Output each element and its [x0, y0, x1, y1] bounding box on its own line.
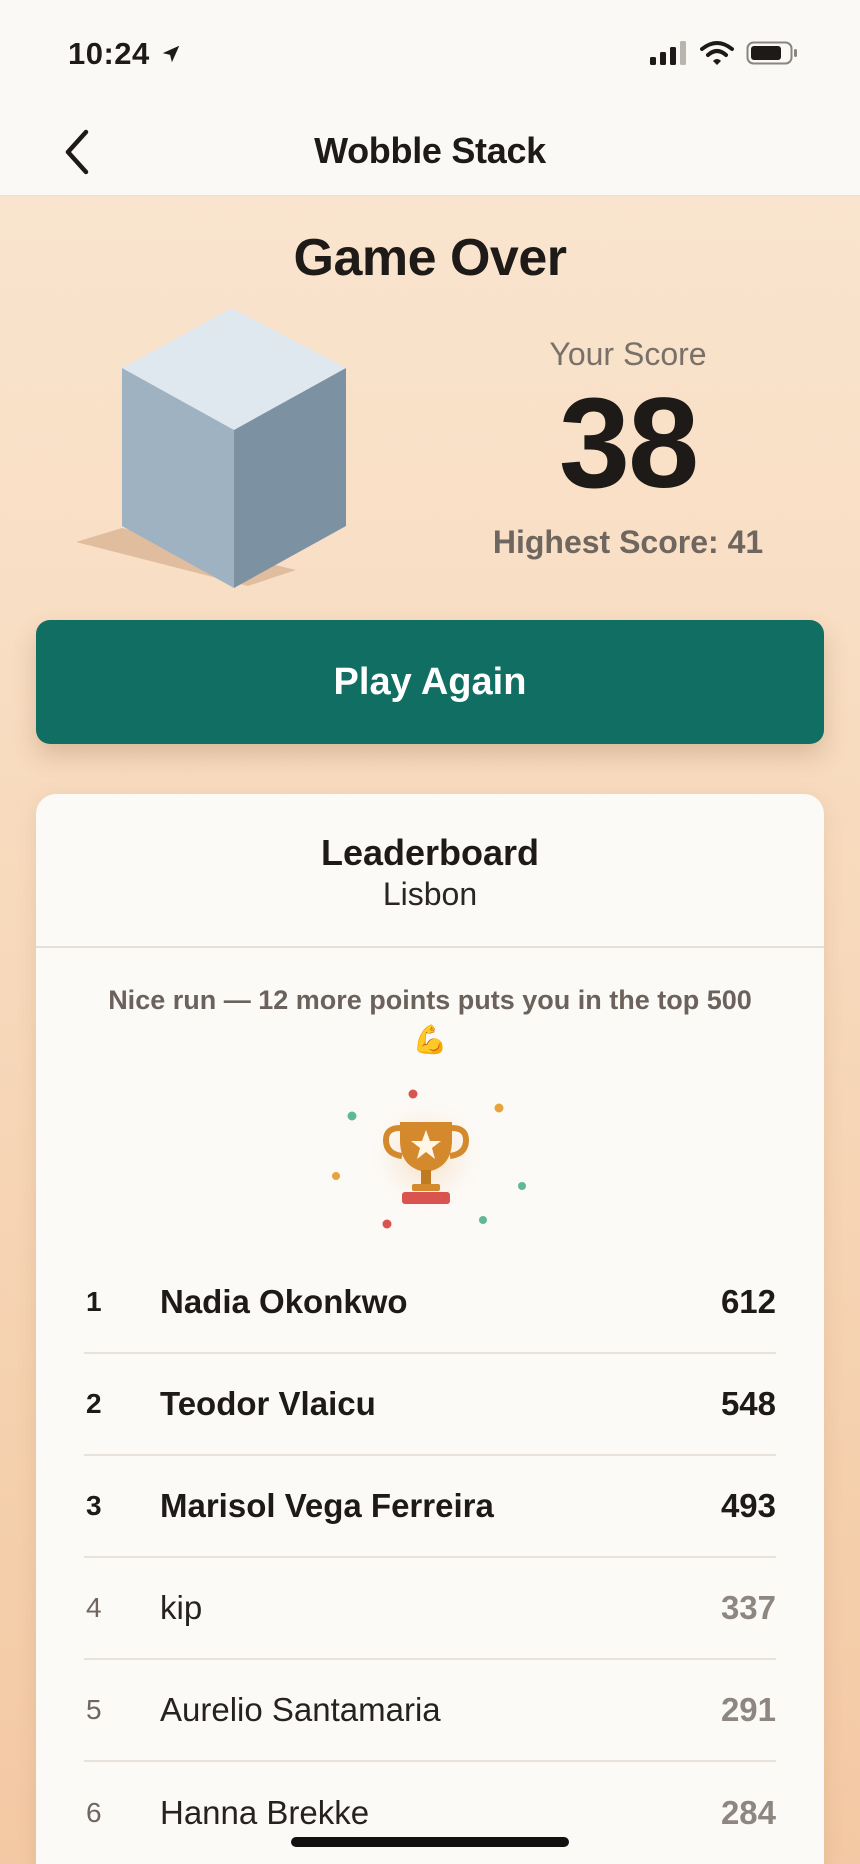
- location-arrow-icon: [162, 45, 180, 63]
- leaderboard-card: Leaderboard Lisbon Nice run — 12 more po…: [36, 794, 824, 1864]
- status-icons: [650, 40, 798, 66]
- highest-score: Highest Score: 41: [492, 524, 764, 560]
- leaderboard-row[interactable]: 1 Nadia Okonkwo 612: [84, 1252, 776, 1354]
- home-indicator[interactable]: [291, 1837, 569, 1847]
- game-over-title: Game Over: [293, 229, 568, 287]
- row-name: kip: [160, 1589, 203, 1626]
- stacked-block-icon: [76, 308, 346, 588]
- battery-icon: [746, 41, 797, 65]
- row-rank: 6: [86, 1797, 102, 1828]
- row-score: 284: [720, 1794, 776, 1831]
- play-again-button[interactable]: Play Again: [36, 620, 824, 744]
- leaderboard-header: Leaderboard Lisbon: [36, 794, 824, 948]
- row-rank: 2: [86, 1388, 102, 1419]
- row-score: 612: [720, 1283, 776, 1320]
- leaderboard-row[interactable]: 6 Hanna Brekke 284: [84, 1762, 776, 1864]
- row-name: Teodor Vlaicu: [160, 1385, 376, 1422]
- wifi-icon: [700, 41, 734, 65]
- nav-bar: Wobble Stack: [0, 106, 860, 196]
- nav-title: Wobble Stack: [314, 130, 546, 171]
- trophy-icon: [332, 1089, 526, 1229]
- row-score: 493: [720, 1487, 776, 1524]
- score-value: 38: [558, 372, 699, 515]
- row-name: Marisol Vega Ferreira: [160, 1487, 494, 1524]
- leaderboard-message: Nice run — 12 more points puts you in th…: [76, 980, 784, 1060]
- leaderboard-row[interactable]: 5 Aurelio Santamaria 291: [84, 1660, 776, 1762]
- leaderboard-row[interactable]: 2 Teodor Vlaicu 548: [84, 1354, 776, 1456]
- row-rank: 3: [86, 1490, 102, 1521]
- row-name: Hanna Brekke: [160, 1794, 370, 1831]
- leaderboard-list: 1 Nadia Okonkwo 612 2 Teodor Vlaicu 548 …: [84, 1252, 776, 1864]
- leaderboard-title: Leaderboard: [320, 832, 540, 873]
- row-score: 548: [720, 1385, 776, 1422]
- leaderboard-message-text: Nice run — 12 more points puts you in th…: [108, 985, 752, 1015]
- status-bar: 10:24: [0, 0, 860, 106]
- row-name: Nadia Okonkwo: [160, 1283, 408, 1320]
- leaderboard-row[interactable]: 3 Marisol Vega Ferreira 493: [84, 1456, 776, 1558]
- signal-icon: [650, 41, 686, 65]
- row-rank: 5: [86, 1694, 102, 1725]
- row-name: Aurelio Santamaria: [160, 1691, 441, 1728]
- leaderboard-city: Lisbon: [382, 876, 478, 912]
- flexed-biceps-icon: 💪: [412, 1024, 448, 1055]
- leaderboard-row[interactable]: 4 kip 337: [84, 1558, 776, 1660]
- row-score: 337: [720, 1589, 776, 1626]
- score-label: Your Score: [549, 336, 707, 372]
- status-time-text: 10:24: [68, 36, 150, 71]
- row-score: 291: [720, 1691, 776, 1728]
- status-time: 10:24: [68, 36, 182, 72]
- row-rank: 4: [86, 1592, 102, 1623]
- row-rank: 1: [86, 1286, 102, 1317]
